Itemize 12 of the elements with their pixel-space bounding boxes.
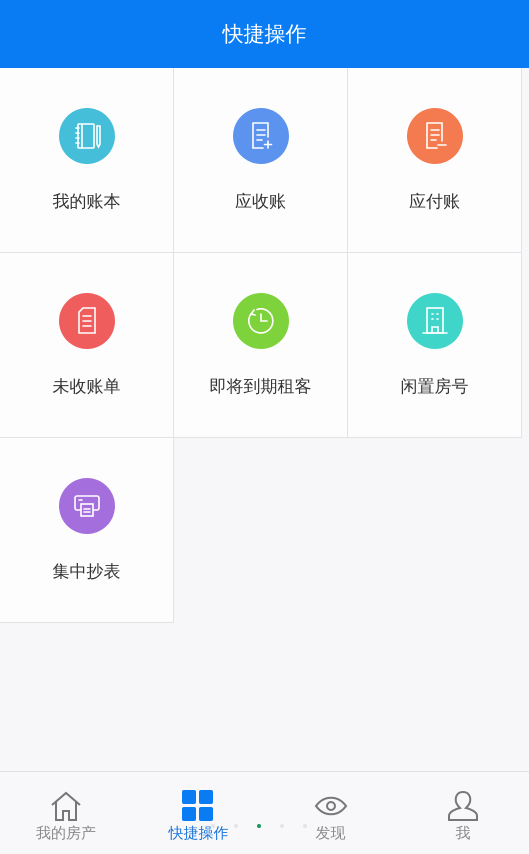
quick-action[interactable]: 应付账 [348, 68, 522, 253]
grid-icon [182, 790, 214, 822]
tab[interactable]: 快捷操作 [132, 772, 264, 854]
home-icon [49, 790, 84, 822]
quick-action[interactable]: 闲置房号 [348, 253, 522, 438]
quick-action[interactable]: 未收账单 [0, 253, 174, 438]
quick-action[interactable]: 我的账本 [0, 68, 174, 253]
quick-action[interactable]: 集中抄表 [0, 438, 174, 623]
person-icon [446, 790, 479, 822]
quick-action[interactable]: 应收账 [174, 68, 348, 253]
quick-action[interactable]: 即将到期租客 [174, 253, 348, 438]
header-title: 快捷操作 [222, 21, 306, 48]
